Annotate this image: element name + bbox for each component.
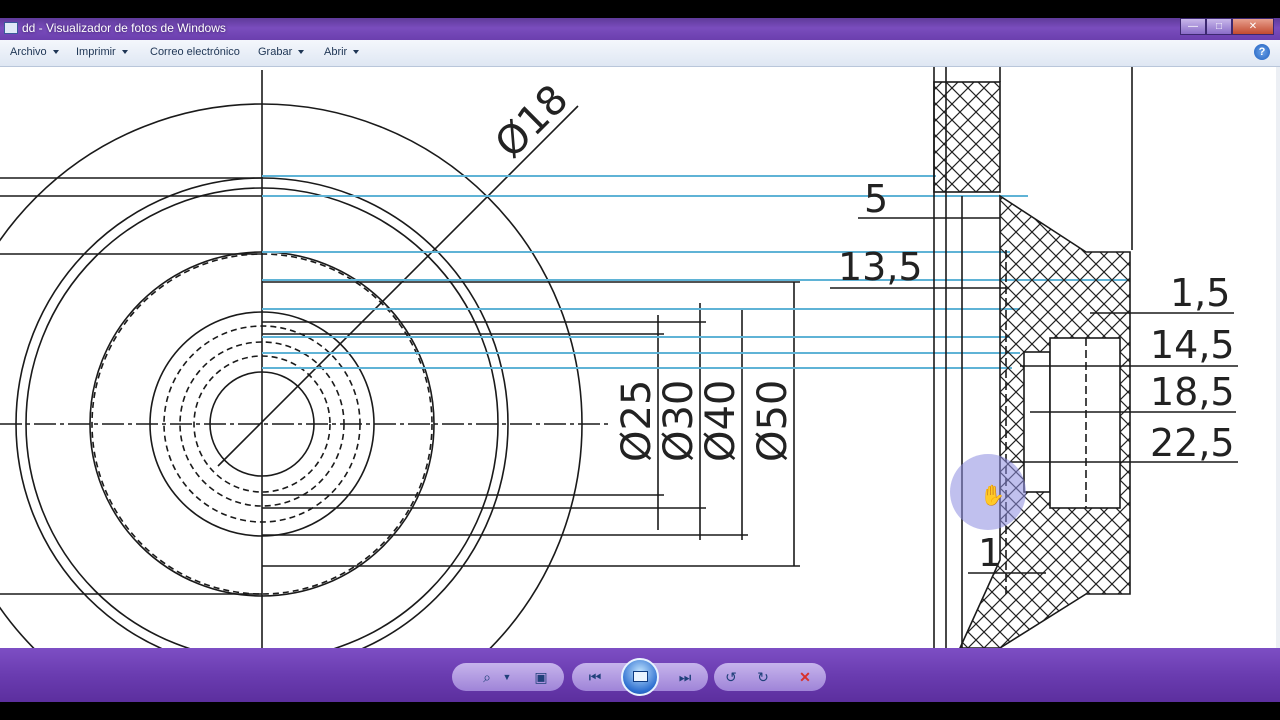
- dim-diameter-50: Ø50: [750, 380, 796, 462]
- menu-abrir-label: Abrir: [324, 46, 348, 58]
- help-icon[interactable]: ?: [1254, 44, 1270, 60]
- title-bar: dd - Visualizador de fotos de Windows — …: [0, 18, 1280, 40]
- rotate-left-icon[interactable]: ↺: [720, 667, 742, 687]
- menu-correo-label: Correo electrónico: [150, 46, 240, 58]
- image-viewer[interactable]: Ø18 Ø25 Ø30 Ø40 Ø50 5 13,5 1,5 14,5 18,5…: [0, 67, 1276, 648]
- menu-imprimir[interactable]: Imprimir: [76, 46, 128, 58]
- dim-18-5: 18,5: [1150, 370, 1235, 414]
- close-button[interactable]: ✕: [1232, 18, 1274, 35]
- technical-drawing: Ø18 Ø25 Ø30 Ø40 Ø50 5 13,5 1,5 14,5 18,5…: [0, 67, 1238, 648]
- menu-bar: Archivo Imprimir Correo electrónico Grab…: [0, 40, 1280, 67]
- dim-14-5: 14,5: [1150, 323, 1235, 367]
- chevron-down-icon: [353, 50, 360, 54]
- dim-diameter-25: Ø25: [614, 380, 660, 462]
- menu-correo[interactable]: Correo electrónico: [150, 46, 240, 58]
- window-title: dd - Visualizador de fotos de Windows: [22, 21, 226, 35]
- minimize-button[interactable]: —: [1180, 18, 1206, 35]
- chevron-down-icon: [298, 50, 305, 54]
- slideshow-button[interactable]: [621, 658, 659, 696]
- menu-grabar[interactable]: Grabar: [258, 46, 305, 58]
- menu-imprimir-label: Imprimir: [76, 46, 116, 58]
- menu-grabar-label: Grabar: [258, 46, 293, 58]
- scrollbar[interactable]: [1276, 67, 1280, 648]
- previous-icon[interactable]: ⏮: [584, 667, 606, 687]
- dim-1: 1: [978, 531, 1002, 575]
- actual-size-icon[interactable]: ▣: [530, 667, 552, 687]
- slideshow-icon: [633, 671, 648, 682]
- zoom-icon[interactable]: ⌕: [476, 667, 498, 687]
- hand-cursor-icon: ✋: [980, 483, 1005, 507]
- chevron-down-icon[interactable]: ▼: [496, 667, 518, 687]
- menu-archivo-label: Archivo: [10, 46, 47, 58]
- dim-13-5: 13,5: [838, 245, 923, 289]
- dim-diameter-18: Ø18: [487, 76, 578, 167]
- photo-viewer-icon: [4, 22, 18, 34]
- dim-1-5: 1,5: [1170, 271, 1230, 315]
- delete-icon[interactable]: ✕: [794, 667, 816, 687]
- maximize-button[interactable]: □: [1206, 18, 1232, 35]
- dim-22-5: 22,5: [1150, 421, 1235, 465]
- menu-archivo[interactable]: Archivo: [10, 46, 59, 58]
- chevron-down-icon: [52, 50, 59, 54]
- dim-diameter-30: Ø30: [656, 380, 702, 462]
- menu-abrir[interactable]: Abrir: [324, 46, 360, 58]
- next-icon[interactable]: ⏭: [674, 667, 696, 687]
- dim-diameter-40: Ø40: [698, 380, 744, 462]
- rotate-right-icon[interactable]: ↻: [752, 667, 774, 687]
- section-view: [933, 67, 1133, 648]
- chevron-down-icon: [121, 50, 128, 54]
- window-controls: — □ ✕: [1180, 18, 1274, 36]
- dim-5: 5: [864, 177, 888, 221]
